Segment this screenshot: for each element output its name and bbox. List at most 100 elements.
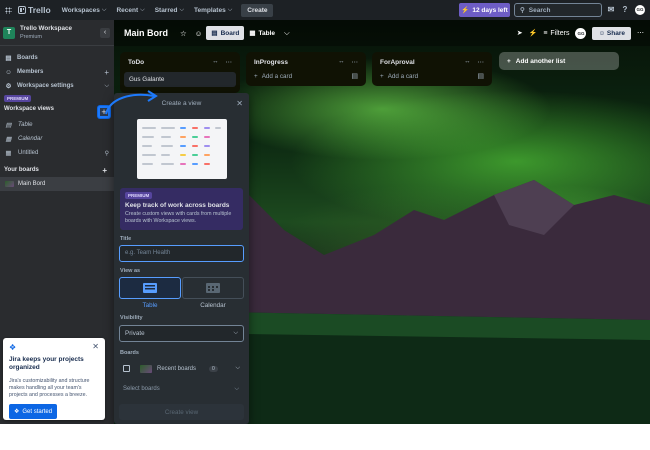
calendar-icon: ▦ <box>5 149 12 157</box>
share-icon: ☺ <box>598 29 607 37</box>
annotation-arrow-icon <box>105 90 158 115</box>
premium-promo: PREMIUM Keep track of work across boards… <box>120 188 243 230</box>
board-view-button[interactable]: ▤ Board <box>206 26 245 40</box>
gear-icon: ⚙ <box>5 82 12 90</box>
notifications-icon[interactable]: ✉ <box>606 5 616 15</box>
board-icon: ▤ <box>211 30 218 37</box>
sidebar-item-workspace-settings[interactable]: ⚙ Workspace settings ⌵ <box>0 79 114 93</box>
trial-days-button[interactable]: ⚡ 12 days left <box>459 3 510 17</box>
search-input[interactable]: ⚲ Search <box>514 3 602 17</box>
recent-menu[interactable]: Recent ⌵ <box>111 0 149 20</box>
create-button[interactable]: Create <box>241 3 274 17</box>
table-icon: ▤ <box>5 121 12 129</box>
list-inprogress: InProgress ↔ ⋯ + Add a card ▤ <box>246 52 366 86</box>
board-title[interactable]: Main Bord <box>114 28 176 38</box>
board-header: Main Bord ☆ ☺ ▤ Board ▦ Table ⌵ ➤ ⚡ ≡ Filte… <box>114 20 650 46</box>
help-icon[interactable]: ? <box>620 5 630 15</box>
list-todo: ToDo ↔ ⋯ Gus Galante <box>120 52 240 93</box>
view-item-calendar[interactable]: ▦ Calendar <box>0 132 114 146</box>
search-icon: ⚲ <box>520 7 525 14</box>
lightning-icon: ⚡ <box>461 7 470 14</box>
filter-icon: ≡ <box>543 29 548 37</box>
list-foraproval: ForAproval ↔ ⋯ + Add a card ▤ <box>372 52 492 86</box>
table-icon: ▦ <box>249 30 256 37</box>
template-icon[interactable]: ▤ <box>477 72 484 80</box>
share-button[interactable]: ☺ Share <box>592 26 631 40</box>
close-icon[interactable]: ✕ <box>92 342 99 351</box>
chevron-down-icon: ⌵ <box>140 6 145 13</box>
recent-boards-count: 0 <box>209 365 218 372</box>
collapse-list-icon[interactable]: ↔ <box>212 58 219 66</box>
visibility-select[interactable]: Private ⌵ <box>119 325 244 342</box>
chevron-down-icon: ⌵ <box>235 365 240 371</box>
templates-menu[interactable]: Templates ⌵ <box>189 0 237 20</box>
lock-icon: ⚲ <box>104 150 109 157</box>
collapse-list-icon[interactable]: ↔ <box>464 58 471 66</box>
more-icon[interactable]: ⋯ <box>637 29 644 37</box>
member-avatar[interactable]: GG <box>575 27 587 39</box>
premium-badge: PREMIUM <box>4 95 32 102</box>
jira-logo-icon: ❖ <box>9 343 17 352</box>
workspace-views-header: Workspace views⋯ <box>0 102 114 116</box>
chevron-down-icon[interactable]: ⌵ <box>284 28 290 38</box>
template-icon[interactable]: ▤ <box>351 72 358 80</box>
sidebar-item-boards[interactable]: ▤ Boards <box>0 51 114 65</box>
sidebar-board-main-bord[interactable]: Main Bord <box>0 177 114 191</box>
card[interactable]: Gus Galante <box>124 72 236 87</box>
add-board-icon[interactable]: + <box>102 166 107 175</box>
table-icon <box>143 283 157 293</box>
workspace-visible-icon[interactable]: ☺ <box>195 29 203 38</box>
close-icon[interactable]: ✕ <box>236 99 243 108</box>
recent-boards-checkbox[interactable] <box>123 365 130 372</box>
view-type-calendar-option[interactable] <box>182 277 244 299</box>
starred-menu[interactable]: Starred ⌵ <box>150 0 189 20</box>
filters-button[interactable]: ≡ Filters <box>543 30 569 37</box>
jira-promo-body: Jira's customizability and structure mak… <box>9 377 90 399</box>
more-icon[interactable]: ⋯ <box>352 58 359 66</box>
collapse-list-icon[interactable]: ↔ <box>338 58 345 66</box>
promo-text: Create custom views with cards from mult… <box>125 211 232 224</box>
table-view-button[interactable]: ▦ Table <box>244 26 280 40</box>
jira-icon: ❖ <box>14 409 20 416</box>
collapse-sidebar-button[interactable]: ‹ <box>100 27 110 38</box>
chevron-down-icon: ⌵ <box>179 6 185 13</box>
trello-logo[interactable]: Trello <box>16 5 57 15</box>
app-switcher-icon[interactable] <box>4 6 13 15</box>
create-view-popover: Create a view ✕ PREMIUM Keep track of wo… <box>114 93 249 424</box>
add-member-icon[interactable]: + <box>104 68 109 77</box>
workspace-plan: Premium <box>20 33 43 40</box>
sidebar-item-members[interactable]: ☺ Members + <box>0 65 114 79</box>
select-boards-dropdown[interactable]: Select boards ⌵ <box>123 386 243 393</box>
table-option-label: Table <box>142 302 158 309</box>
workspaces-menu[interactable]: Workspaces ⌵ <box>57 0 112 20</box>
jira-promo-title: Jira keeps your projects organized <box>9 356 84 372</box>
view-item-table[interactable]: ▤ Table <box>0 118 114 132</box>
user-avatar[interactable]: GG <box>635 5 645 15</box>
more-icon[interactable]: ⋯ <box>226 58 233 66</box>
board-icon: ▤ <box>5 54 12 62</box>
boards-label: Boards <box>120 350 139 356</box>
add-card-button[interactable]: + Add a card ▤ <box>376 69 488 83</box>
more-icon[interactable]: ⋯ <box>478 58 485 66</box>
list-header: InProgress ↔ ⋯ <box>254 58 359 66</box>
calendar-icon: ▦ <box>5 135 12 143</box>
chevron-down-icon: ⌵ <box>233 330 238 336</box>
add-card-button[interactable]: + Add a card ▤ <box>250 69 362 83</box>
add-list-button[interactable]: + Add another list <box>499 52 619 70</box>
rocket-icon[interactable]: ➤ <box>517 29 523 37</box>
star-icon[interactable]: ☆ <box>180 29 187 38</box>
recent-boards-row[interactable]: Recent boards 0 ⌵ <box>140 363 240 374</box>
plus-icon: + <box>254 72 258 80</box>
your-boards-header: Your boards + <box>4 165 107 175</box>
chevron-down-icon: ⌵ <box>234 386 239 392</box>
view-title-input[interactable]: e.g. Team Health <box>119 245 244 262</box>
calendar-icon <box>206 283 220 293</box>
view-item-untitled[interactable]: ▦ Untitled ⚲ <box>0 146 114 160</box>
plus-icon: + <box>380 72 384 80</box>
get-started-button[interactable]: ❖ Get started <box>9 404 58 420</box>
top-nav-bar: Trello Workspaces ⌵ Recent ⌵ Starred ⌵ Temp… <box>0 0 650 20</box>
create-view-button[interactable]: Create view <box>119 404 244 420</box>
view-type-table-option[interactable] <box>119 277 181 299</box>
table-preview-illustration <box>137 119 227 179</box>
lightning-icon[interactable]: ⚡ <box>529 29 538 37</box>
